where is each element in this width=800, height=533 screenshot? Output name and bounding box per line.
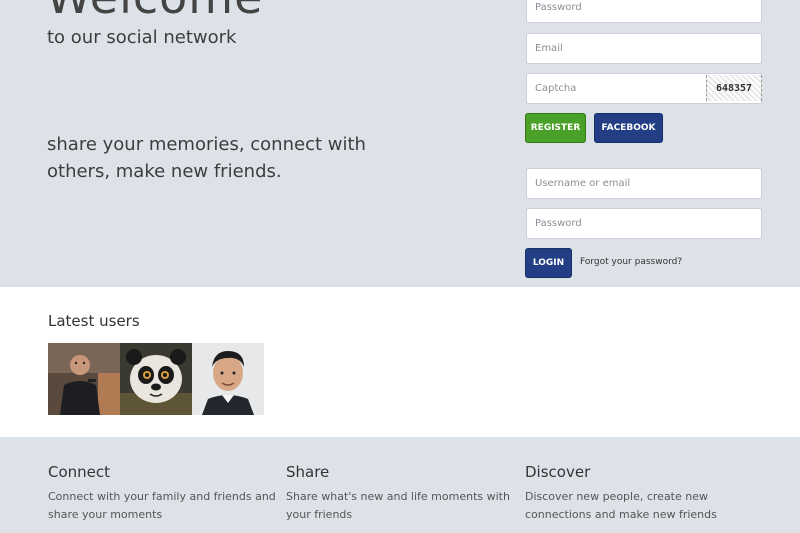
feature-share: Share Share what's new and life moments … — [286, 463, 516, 524]
login-button[interactable]: LOGIN — [525, 248, 572, 278]
user-avatar-speaker[interactable] — [48, 343, 120, 415]
feature-title: Connect — [48, 463, 111, 481]
facebook-button[interactable]: FACEBOOK — [594, 113, 663, 143]
feature-connect: Connect Connect with your family and fri… — [48, 463, 278, 524]
feature-text: Discover new people, create new connecti… — [525, 490, 717, 521]
captcha-image: 648357 — [706, 75, 762, 101]
user-avatar-man[interactable] — [192, 343, 264, 415]
user-avatar-panda[interactable] — [120, 343, 192, 415]
feature-title: Discover — [525, 463, 591, 481]
login-username-field[interactable] — [526, 168, 762, 199]
register-button[interactable]: REGISTER — [525, 113, 586, 143]
register-email-field[interactable] — [526, 33, 762, 64]
forgot-password-link[interactable]: Forgot your password? — [580, 257, 682, 267]
feature-text: Connect with your family and friends and… — [48, 490, 276, 521]
hero-section: Welcome to our social network share your… — [0, 0, 800, 287]
feature-discover: Discover Discover new people, create new… — [525, 463, 755, 524]
login-password-field[interactable] — [526, 208, 762, 239]
register-password-field[interactable] — [526, 0, 762, 23]
latest-users-section: Latest users — [0, 287, 800, 437]
feature-title: Share — [286, 463, 330, 481]
feature-text: Share what's new and life moments with y… — [286, 490, 510, 521]
pitch-text: share your memories, connect with others… — [47, 134, 366, 182]
features-footer: Connect Connect with your family and fri… — [0, 437, 800, 533]
welcome-heading: Welcome — [46, 0, 263, 24]
latest-users-title: Latest users — [48, 312, 140, 330]
tagline: to our social network — [47, 27, 237, 48]
